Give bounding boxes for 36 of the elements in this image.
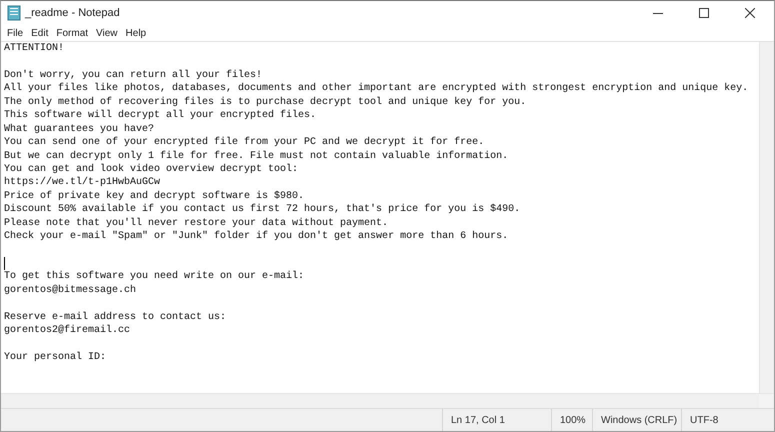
text-line: https://we.tl/t-p1HwbAuGCw — [4, 177, 160, 188]
text-cursor — [4, 257, 5, 270]
menu-item[interactable]: Format — [52, 28, 92, 38]
window-title: _readme - Notepad — [25, 7, 120, 19]
text-line: You can get and look video overview decrypt tool: — [4, 164, 298, 175]
menu-item[interactable]: Help — [122, 28, 150, 38]
menu-item[interactable]: Edit — [27, 28, 52, 38]
text-line: gorentos2@firemail.cc — [4, 325, 130, 336]
text-line: ATTENTION! — [4, 43, 64, 54]
text-line: Reserve e-mail address to contact us: — [4, 312, 226, 323]
text-line: You can send one of your encrypted file from your PC and we decrypt it for free. — [4, 137, 484, 148]
notepad-icon — [7, 5, 21, 21]
menu-item[interactable]: View — [92, 28, 122, 38]
text-line: What guarantees you have? — [4, 124, 154, 135]
text-line: To get this software you need write on our e-mail: — [4, 271, 304, 282]
text-editor[interactable] — [1, 42, 774, 393]
text-line: Price of private key and decrypt software is $980. — [4, 190, 304, 202]
close-icon — [745, 8, 755, 18]
text-line: Please note that you'll never restore your data without payment. — [4, 218, 388, 229]
status-text: Ln 17, Col 1 — [442, 409, 551, 431]
text-line: Your personal ID: — [4, 352, 106, 364]
status-text: Windows (CRLF) — [592, 409, 681, 431]
text-line: Discount 50% available if you contact us first 72 hours, that's price for you is $490. — [4, 204, 520, 216]
status-text: 100% — [551, 409, 592, 431]
text-line: This software will decrypt all your encrypted files. — [4, 110, 316, 122]
text-line: But we can decrypt only 1 file for free. File must not contain valuable information. — [4, 150, 508, 162]
text-line: The only method of recovering files is to purchase decrypt tool and unique key for you. — [4, 96, 526, 108]
text-line: Don't worry, you can return all your files! — [4, 70, 262, 81]
horizontal-scrollbar[interactable] — [1, 393, 774, 408]
text-line: All your files like photos, databases, documents and other important are encrypted with strongest encryption and unique key. — [4, 83, 748, 94]
vertical-scrollbar[interactable] — [759, 42, 774, 393]
status-text: UTF-8 — [681, 409, 774, 431]
menu-item[interactable]: File — [3, 28, 28, 38]
text-line: gorentos@bitmessage.ch — [4, 284, 136, 296]
text-line: Check your e-mail "Spam" or "Junk" folder if you don't get answer more than 6 hours. — [4, 231, 508, 242]
maximize-icon — [699, 8, 709, 18]
